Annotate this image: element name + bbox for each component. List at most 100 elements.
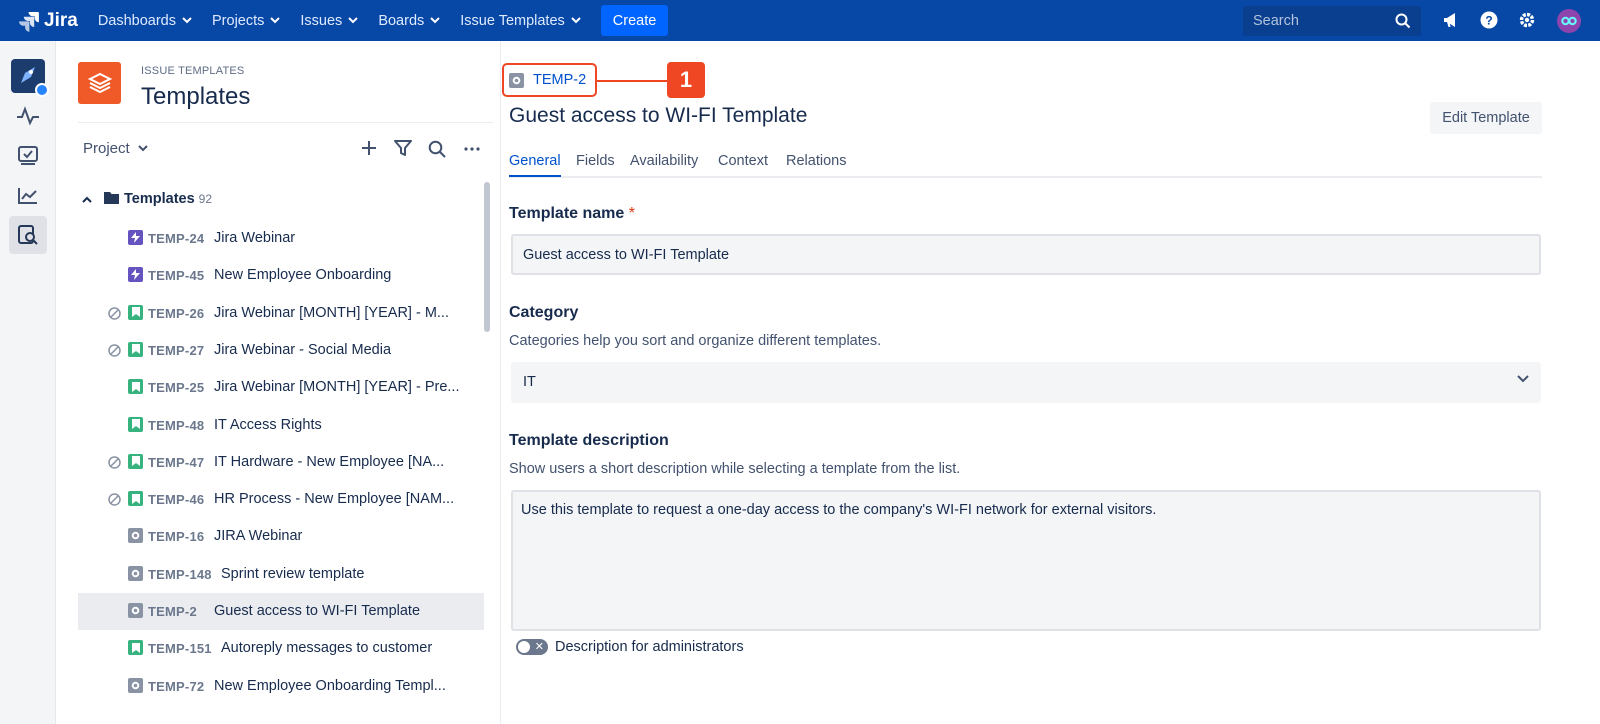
logo-text: Jira bbox=[44, 9, 78, 31]
tree-item[interactable]: TEMP-72 New Employee Onboarding Templ... bbox=[78, 668, 484, 705]
chevron-down-icon bbox=[348, 17, 359, 24]
tab-relations[interactable]: Relations bbox=[786, 153, 846, 169]
chevron-down-icon bbox=[430, 17, 440, 24]
description-textarea[interactable]: Use this template to request a one-day a… bbox=[511, 490, 1541, 631]
tree-item[interactable]: TEMP-48 IT Access Rights bbox=[78, 407, 484, 444]
chevron-up-icon[interactable] bbox=[82, 196, 92, 203]
bookmark-icon bbox=[128, 453, 143, 469]
template-name-label: Template name * bbox=[509, 205, 635, 223]
tab-general[interactable]: General bbox=[509, 153, 561, 177]
tree-item-key: TEMP-24 bbox=[148, 231, 205, 246]
template-name-label-text: Template name bbox=[509, 205, 625, 222]
pulse-icon[interactable] bbox=[9, 97, 47, 135]
project-selector[interactable]: Project bbox=[83, 140, 148, 157]
template-title: Guest access to WI-FI Template bbox=[509, 104, 808, 127]
tree-item[interactable]: TEMP-46 HR Process - New Employee [NAM... bbox=[78, 481, 484, 518]
bookmark-icon bbox=[128, 416, 143, 432]
nav-boards[interactable]: Boards bbox=[378, 13, 440, 29]
toggle-knob bbox=[518, 641, 530, 653]
tree-item-label: JIRA Webinar bbox=[214, 528, 303, 545]
tree-item-label: Jira Webinar bbox=[214, 230, 296, 246]
nav-label: Issue Templates bbox=[460, 12, 565, 29]
nav-label: Issues bbox=[300, 12, 343, 29]
tree-item[interactable]: TEMP-16 JIRA Webinar bbox=[78, 518, 484, 555]
nav-label: Boards bbox=[378, 12, 425, 29]
tree-item-label: IT Hardware - New Employee [NA... bbox=[214, 453, 445, 470]
tree-item[interactable]: TEMP-27 Jira Webinar - Social Media bbox=[78, 332, 484, 369]
chevron-down-icon bbox=[270, 17, 281, 24]
search-input[interactable]: Search bbox=[1243, 6, 1421, 36]
nav-issue-templates[interactable]: Issue Templates bbox=[460, 13, 581, 29]
tree-root-count: 92 bbox=[198, 192, 213, 206]
more-icon[interactable] bbox=[464, 147, 480, 151]
required-mark: * bbox=[628, 205, 635, 222]
blocked-icon bbox=[108, 344, 121, 360]
tree-item-label: Guest access to WI-FI Template bbox=[214, 603, 421, 619]
layers-icon bbox=[87, 72, 112, 94]
task-icon bbox=[128, 528, 143, 544]
panel-eyebrow: ISSUE TEMPLATES bbox=[141, 65, 245, 77]
category-label: Category bbox=[509, 304, 579, 321]
board-icon[interactable] bbox=[9, 137, 47, 175]
gear-icon[interactable] bbox=[1518, 11, 1536, 29]
avatar[interactable] bbox=[1557, 9, 1581, 33]
nav-issues[interactable]: Issues bbox=[300, 12, 359, 29]
avatar-icon bbox=[1561, 16, 1577, 26]
tree-scrollbar[interactable] bbox=[484, 182, 490, 332]
chevron-down-icon bbox=[182, 17, 192, 24]
tree-item[interactable]: TEMP-45 New Employee Onboarding bbox=[78, 257, 484, 294]
create-button[interactable]: Create bbox=[600, 5, 669, 36]
tree-item-key: TEMP-148 bbox=[148, 566, 212, 582]
lightning-icon bbox=[128, 267, 143, 283]
tree-item-key: TEMP-25 bbox=[148, 380, 205, 396]
nav-projects[interactable]: Projects bbox=[212, 13, 281, 29]
add-icon[interactable] bbox=[361, 140, 377, 156]
jira-logo[interactable]: Jira bbox=[18, 10, 78, 32]
tree-item[interactable]: TEMP-151 Autoreply messages to customer bbox=[78, 630, 484, 667]
panel-title: Templates bbox=[141, 83, 251, 110]
tree-root[interactable]: Templates 92 bbox=[82, 191, 212, 207]
description-label: Template description bbox=[509, 432, 669, 449]
close-icon: ✕ bbox=[534, 641, 544, 653]
tree-item[interactable]: TEMP-47 IT Hardware - New Employee [NA... bbox=[78, 444, 484, 481]
task-icon bbox=[128, 677, 143, 693]
callout-highlight bbox=[502, 63, 597, 97]
bookmark-icon bbox=[128, 640, 143, 656]
admin-description-toggle[interactable]: ✕ bbox=[516, 639, 548, 655]
help-icon[interactable]: ? bbox=[1480, 11, 1498, 29]
tree-item-key: TEMP-72 bbox=[148, 678, 205, 694]
chevron-down-icon bbox=[1517, 375, 1529, 383]
category-select[interactable]: IT bbox=[511, 362, 1541, 403]
rail-project-avatar[interactable] bbox=[9, 57, 49, 97]
bookmark-icon bbox=[128, 341, 143, 357]
tab-availability[interactable]: Availability bbox=[630, 153, 698, 169]
tree-item-key: TEMP-151 bbox=[148, 641, 212, 657]
template-name-input[interactable]: Guest access to WI-FI Template bbox=[511, 234, 1541, 275]
tree-item[interactable]: TEMP-148 Sprint review template bbox=[78, 556, 484, 593]
tree-item[interactable]: TEMP-2 Guest access to WI-FI Template bbox=[78, 593, 484, 630]
blocked-icon bbox=[108, 306, 121, 323]
tabs: General Fields Availability Context Rela… bbox=[509, 153, 1542, 178]
tree-item[interactable]: TEMP-26 Jira Webinar [MONTH] [YEAR] - M..… bbox=[78, 295, 484, 332]
reports-icon[interactable] bbox=[9, 177, 47, 215]
templates-search-icon[interactable] bbox=[9, 216, 47, 254]
filter-icon[interactable] bbox=[394, 140, 412, 157]
app-logo bbox=[78, 62, 121, 104]
tab-fields[interactable]: Fields bbox=[576, 153, 615, 169]
tree-item-label: Jira Webinar [MONTH] [YEAR] - M... bbox=[214, 304, 449, 321]
templates-panel: ISSUE TEMPLATES Templates Project Templa… bbox=[56, 41, 501, 724]
tree-item-label: HR Process - New Employee [NAM... bbox=[214, 491, 455, 508]
description-help: Show users a short description while sel… bbox=[509, 461, 961, 477]
blocked-icon bbox=[108, 456, 121, 472]
search-icon[interactable] bbox=[428, 140, 446, 158]
chevron-down-icon bbox=[137, 145, 148, 152]
megaphone-icon[interactable] bbox=[1442, 11, 1462, 29]
tree-item-key: TEMP-48 bbox=[148, 417, 205, 433]
tab-context[interactable]: Context bbox=[718, 153, 768, 169]
bookmark-icon bbox=[128, 491, 143, 507]
tree-item-label: New Employee Onboarding Templ... bbox=[214, 677, 446, 694]
nav-dashboards[interactable]: Dashboards bbox=[98, 13, 192, 29]
tree-item[interactable]: TEMP-25 Jira Webinar [MONTH] [YEAR] - Pre… bbox=[78, 369, 484, 406]
edit-template-button[interactable]: Edit Template bbox=[1430, 102, 1542, 134]
tree-item[interactable]: TEMP-24 Jira Webinar bbox=[78, 220, 484, 257]
